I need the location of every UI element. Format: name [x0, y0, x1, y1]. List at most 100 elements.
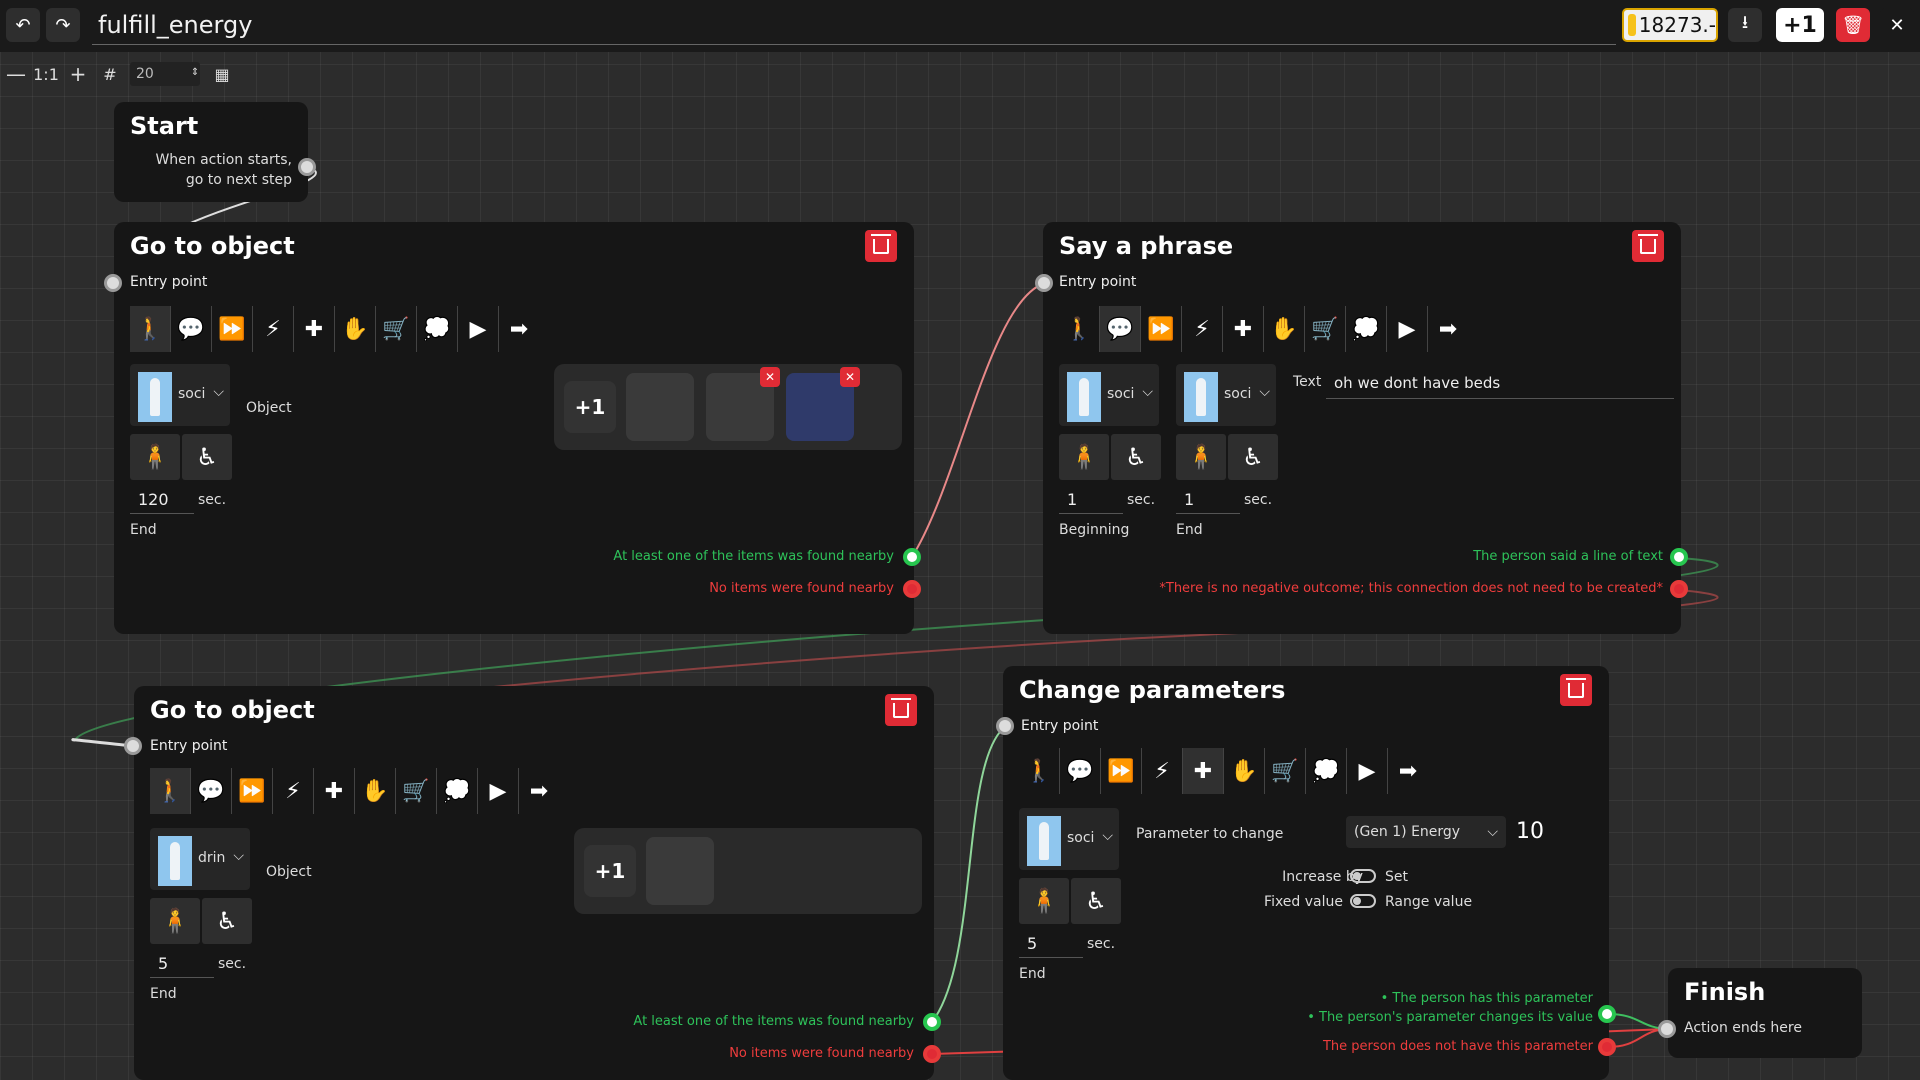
go-to-object-node[interactable]: Go to object Entry point 🚶 💬 ⏩ ⚡ ✚ ✋ 🛒 💭… [114, 222, 914, 634]
delete-node-button[interactable] [865, 230, 897, 262]
grab-icon[interactable]: ✋ [1224, 748, 1265, 794]
output-none-port[interactable] [903, 580, 921, 598]
parameter-select[interactable]: (Gen 1) Energy ⌵ [1346, 816, 1506, 848]
fast-forward-icon[interactable]: ⏩ [1141, 306, 1182, 352]
duration-input[interactable]: 120 [130, 490, 194, 514]
grab-icon[interactable]: ✋ [1264, 306, 1305, 352]
plus-icon[interactable]: ✚ [294, 306, 335, 352]
action-name-input[interactable]: fulfill_energy [92, 6, 1616, 45]
say-phrase-node[interactable]: Say a phrase Entry point 🚶 💬 ⏩ ⚡ ✚ ✋ 🛒 💭… [1043, 222, 1681, 634]
fridge-object[interactable] [646, 837, 714, 905]
output-found-port[interactable] [923, 1013, 941, 1031]
duration-input[interactable]: 1 [1059, 490, 1123, 514]
delete-action-button[interactable]: 🗑 [1836, 8, 1870, 42]
sitting-pose-button[interactable]: ♿ [202, 898, 252, 944]
cart-icon[interactable]: 🛒 [396, 768, 437, 814]
grab-icon[interactable]: ✋ [335, 306, 376, 352]
output-none-port[interactable] [923, 1045, 941, 1063]
split-icon[interactable]: ⚡ [273, 768, 314, 814]
output-has-port[interactable] [1598, 1005, 1616, 1023]
sitting-pose-button[interactable]: ♿ [182, 434, 232, 480]
plus-icon[interactable]: ✚ [1223, 306, 1264, 352]
sitting-pose-button[interactable]: ♿ [1111, 434, 1161, 480]
output-found-port[interactable] [903, 548, 921, 566]
change-parameters-node[interactable]: Change parameters Entry point 🚶 💬 ⏩ ⚡ ✚ … [1003, 666, 1609, 1080]
entry-port[interactable] [996, 717, 1014, 735]
cart-icon[interactable]: 🛒 [376, 306, 417, 352]
character-select[interactable]: drin ⌵ [150, 828, 250, 890]
fast-forward-icon[interactable]: ⏩ [232, 768, 273, 814]
increase-set-toggle[interactable] [1350, 869, 1376, 883]
cart-icon[interactable]: 🛒 [1305, 306, 1346, 352]
listener-select[interactable]: soci ⌵ [1176, 364, 1276, 426]
standing-pose-button[interactable]: 🧍 [1059, 434, 1109, 480]
add-object-button[interactable]: +1 [564, 381, 616, 433]
exit-sign-icon[interactable]: ➡ [1388, 748, 1428, 794]
fast-forward-icon[interactable]: ⏩ [212, 306, 253, 352]
duration-input[interactable]: 1 [1176, 490, 1240, 514]
standing-pose-button[interactable]: 🧍 [1176, 434, 1226, 480]
standing-pose-button[interactable]: 🧍 [150, 898, 200, 944]
output-not-port[interactable] [1598, 1038, 1616, 1056]
split-icon[interactable]: ⚡ [253, 306, 294, 352]
output-said-port[interactable] [1670, 548, 1688, 566]
zoom-reset-button[interactable]: 1:1 [33, 56, 59, 92]
add-object-button[interactable]: +1 [584, 845, 636, 897]
snap-grid-button[interactable]: # [98, 56, 122, 92]
finish-entry-port[interactable] [1658, 1020, 1676, 1038]
undo-button[interactable]: ↶ [6, 8, 40, 42]
exit-sign-icon[interactable]: ➡ [499, 306, 539, 352]
output-negative-port[interactable] [1670, 580, 1688, 598]
armchair-object[interactable]: ✕ [786, 367, 860, 441]
split-icon[interactable]: ⚡ [1142, 748, 1183, 794]
sitting-pose-button[interactable]: ♿ [1228, 434, 1278, 480]
exit-sign-icon[interactable]: ➡ [1428, 306, 1468, 352]
duration-input[interactable]: 5 [150, 954, 214, 978]
chat-bubble-icon[interactable]: 💭 [1306, 748, 1347, 794]
go-to-object-node[interactable]: Go to object Entry point 🚶 💬 ⏩ ⚡ ✚ ✋ 🛒 💭… [134, 686, 934, 1080]
fixed-range-toggle[interactable] [1350, 894, 1376, 908]
finish-node[interactable]: Finish Action ends here [1668, 968, 1862, 1058]
export-button[interactable]: ⭳ [1728, 8, 1762, 42]
speech-text-icon[interactable]: 💬 [1100, 306, 1141, 352]
walk-to-icon[interactable]: 🚶 [1059, 306, 1100, 352]
grid-size-input[interactable]: 20 [130, 62, 200, 86]
speaker-select[interactable]: soci ⌵ [1059, 364, 1159, 426]
fast-forward-icon[interactable]: ⏩ [1101, 748, 1142, 794]
redo-button[interactable]: ↷ [46, 8, 80, 42]
sofa-object[interactable] [626, 373, 694, 441]
bed-object[interactable]: ✕ [706, 367, 780, 441]
remove-object-button[interactable]: ✕ [840, 367, 860, 387]
play-timer-icon[interactable]: ▶ [1347, 748, 1388, 794]
duration-input[interactable]: 5 [1019, 934, 1083, 958]
standing-pose-button[interactable]: 🧍 [1019, 878, 1069, 924]
start-node[interactable]: Start When action starts, go to next ste… [114, 102, 308, 202]
delete-node-button[interactable] [1560, 674, 1592, 706]
amount-value[interactable]: 10 [1516, 819, 1544, 844]
character-select[interactable]: soci ⌵ [130, 364, 230, 426]
grab-icon[interactable]: ✋ [355, 768, 396, 814]
walk-to-icon[interactable]: 🚶 [130, 306, 171, 352]
entry-port[interactable] [1035, 274, 1053, 292]
character-select[interactable]: soci ⌵ [1019, 808, 1119, 870]
split-icon[interactable]: ⚡ [1182, 306, 1223, 352]
cart-icon[interactable]: 🛒 [1265, 748, 1306, 794]
play-timer-icon[interactable]: ▶ [478, 768, 519, 814]
entry-port[interactable] [124, 737, 142, 755]
phrase-text-input[interactable]: oh we dont have beds [1326, 374, 1674, 399]
remove-object-button[interactable]: ✕ [760, 367, 780, 387]
entry-port[interactable] [104, 274, 122, 292]
walk-to-icon[interactable]: 🚶 [150, 768, 191, 814]
speech-text-icon[interactable]: 💬 [1060, 748, 1101, 794]
standing-pose-button[interactable]: 🧍 [130, 434, 180, 480]
plus-icon[interactable]: ✚ [1183, 748, 1224, 794]
chat-bubble-icon[interactable]: 💭 [1346, 306, 1387, 352]
sitting-pose-button[interactable]: ♿ [1071, 878, 1121, 924]
speech-text-icon[interactable]: 💬 [191, 768, 232, 814]
plus-icon[interactable]: ✚ [314, 768, 355, 814]
add-node-button[interactable]: +1 [1776, 8, 1824, 42]
play-timer-icon[interactable]: ▶ [458, 306, 499, 352]
start-output-port[interactable] [298, 158, 316, 176]
speech-text-icon[interactable]: 💬 [171, 306, 212, 352]
play-timer-icon[interactable]: ▶ [1387, 306, 1428, 352]
